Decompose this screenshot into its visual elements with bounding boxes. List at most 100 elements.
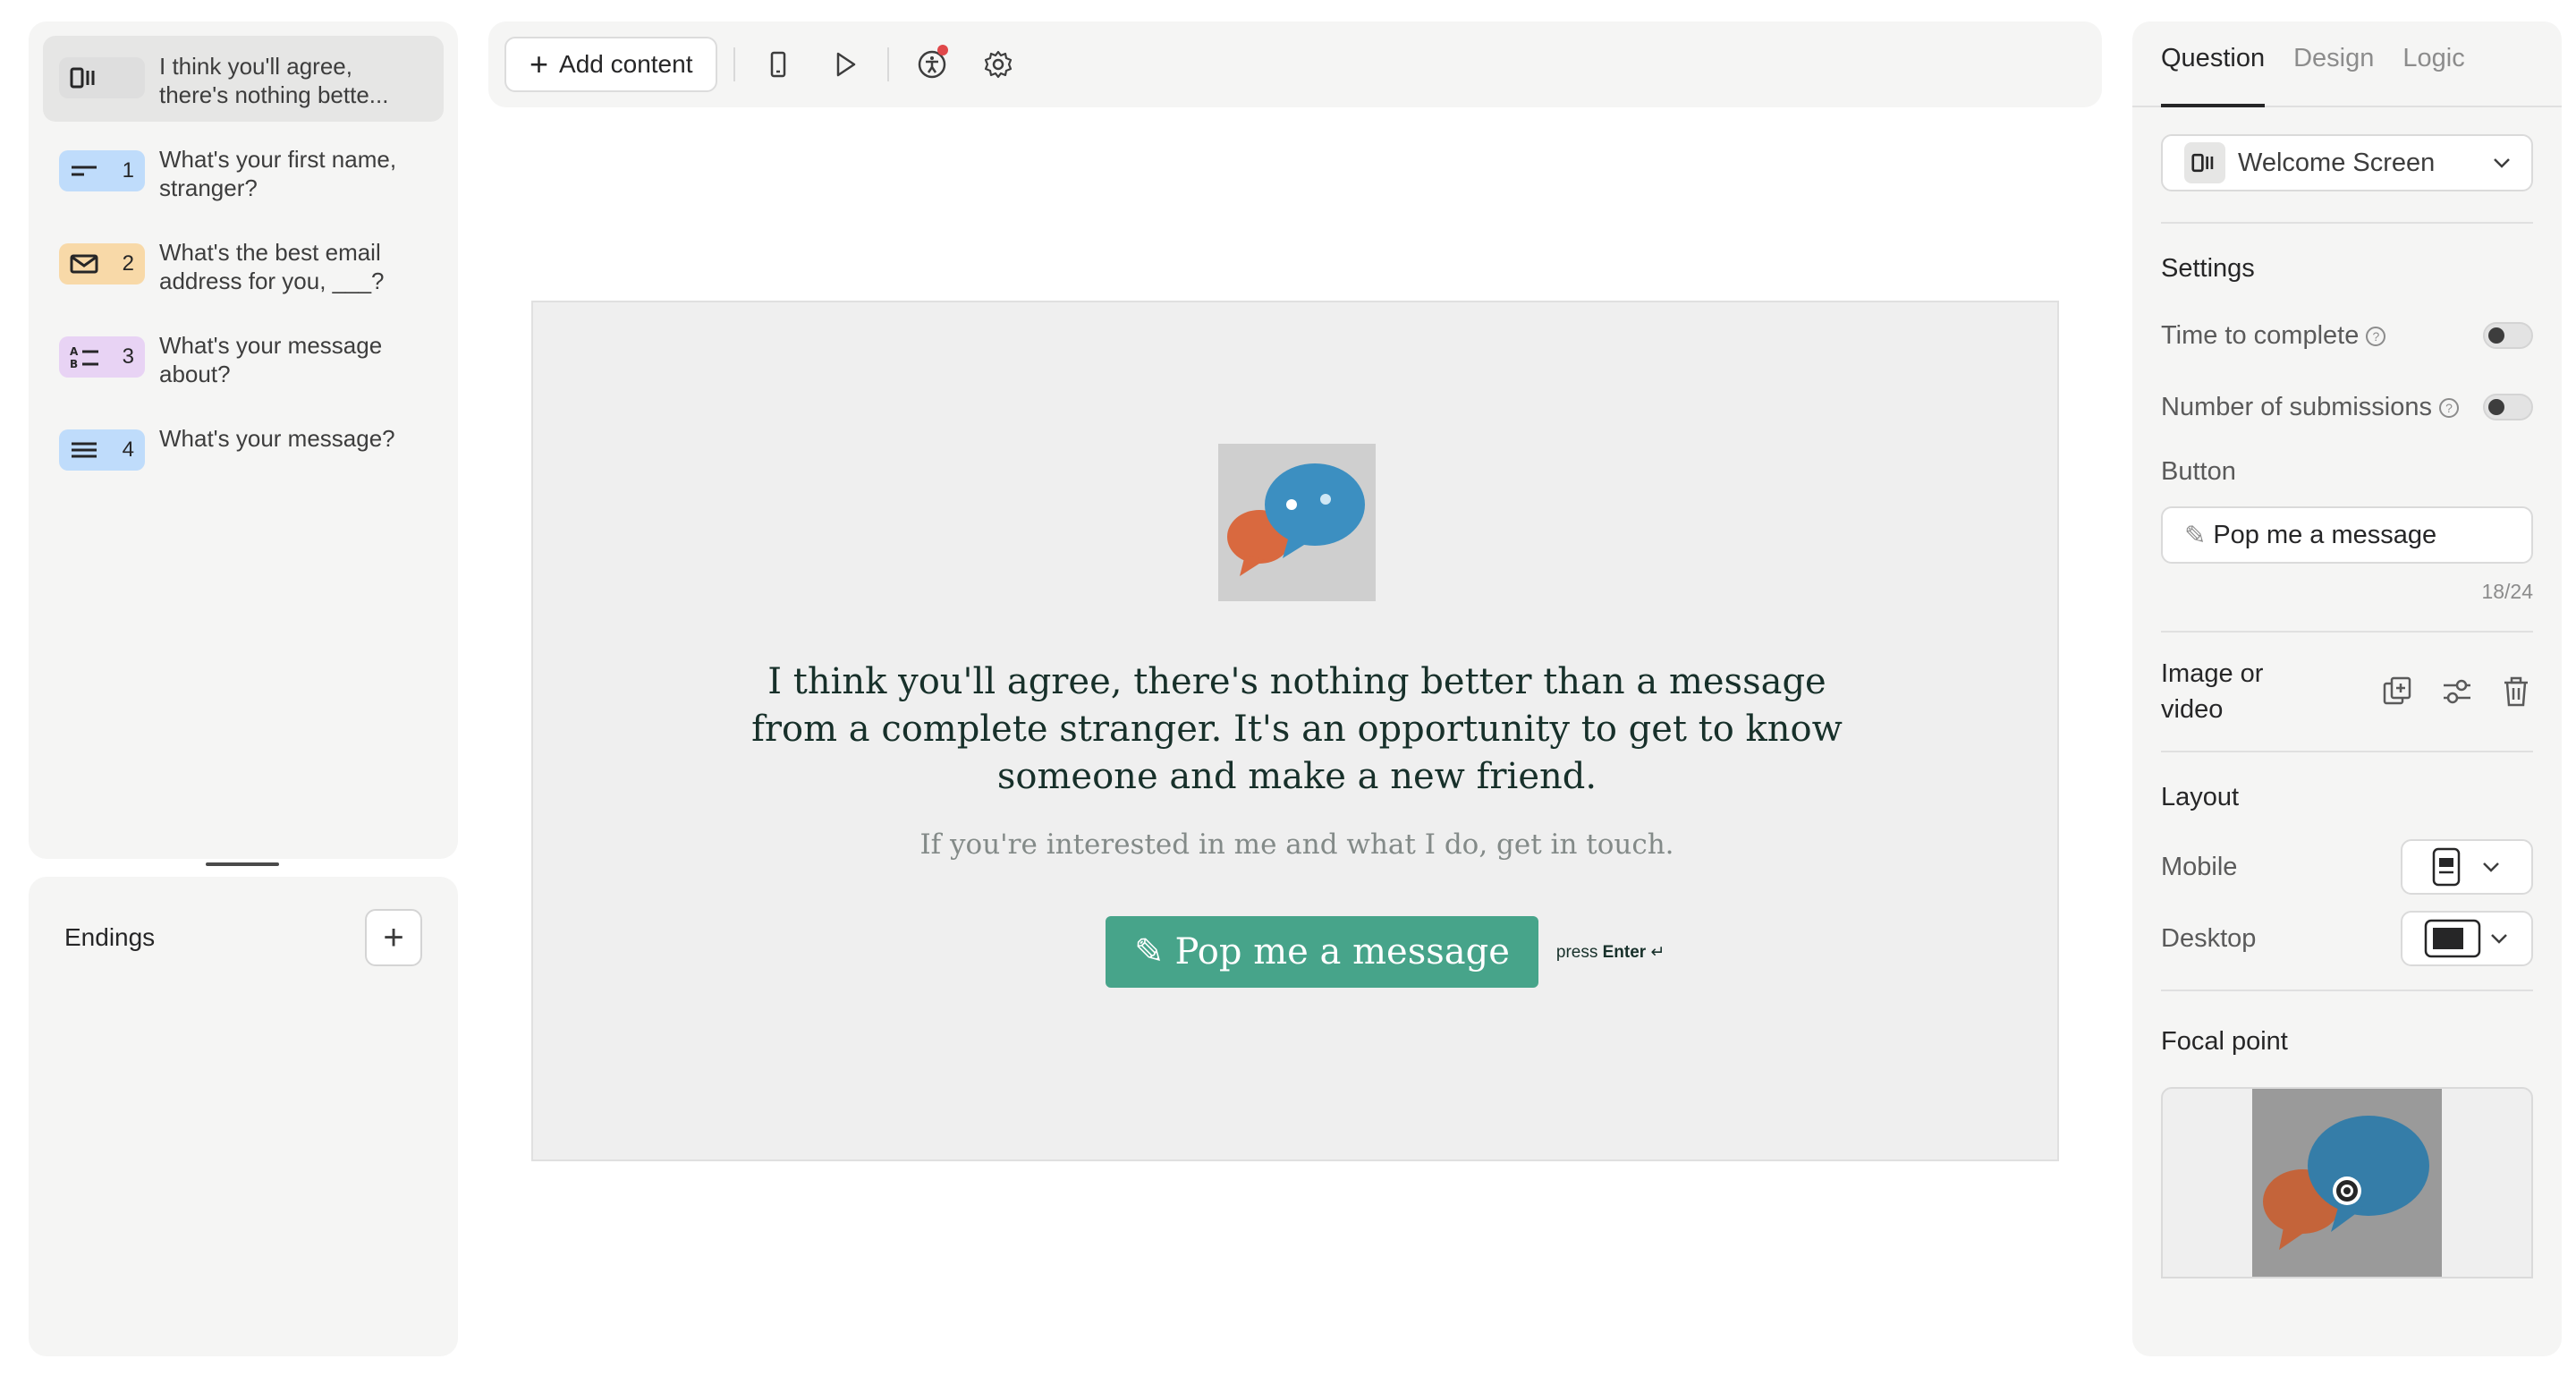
help-icon[interactable]: ? — [2366, 326, 2386, 346]
button-text-value: Pop me a message — [2213, 520, 2437, 549]
replace-media-icon[interactable] — [2381, 675, 2415, 709]
question-label: What's your message about? — [159, 332, 383, 387]
svg-text:B: B — [70, 358, 78, 369]
help-icon[interactable]: ? — [2439, 397, 2459, 418]
mobile-layout-select[interactable] — [2401, 839, 2533, 895]
settings-button[interactable] — [971, 38, 1025, 91]
enter-icon: ↵ — [1650, 942, 1665, 962]
chevron-down-icon — [2494, 158, 2510, 168]
time-to-complete-row: Time to complete? — [2161, 314, 2533, 357]
button-text-input[interactable]: ✎ Pop me a message — [2161, 506, 2533, 564]
properties-tabs: Question Design Logic — [2132, 21, 2562, 107]
cta-label: Pop me a message — [1174, 931, 1510, 973]
play-icon — [837, 52, 856, 77]
toolbar-divider — [733, 47, 736, 81]
editor-toolbar: + Add content — [488, 21, 2102, 107]
question-item-4[interactable]: 4 What's your message? — [43, 408, 444, 494]
question-badge: AB 3 — [59, 336, 145, 378]
pencil-icon: ✎ — [1134, 931, 1165, 973]
welcome-description: If you're interested in me and what I do… — [919, 828, 1674, 861]
long-text-icon — [72, 442, 97, 458]
question-list-panel: I think you'll agree, there's nothing be… — [29, 21, 458, 859]
question-label: What's your message? — [159, 425, 395, 452]
question-number: 3 — [122, 344, 134, 369]
chevron-down-icon — [2483, 862, 2499, 872]
chevron-down-icon — [2491, 934, 2507, 944]
divider — [2161, 751, 2533, 752]
preview-play-button[interactable] — [818, 38, 871, 91]
short-text-icon — [72, 166, 97, 176]
question-label: What's the best email address for you, _… — [159, 239, 385, 294]
mobile-icon — [771, 51, 786, 78]
question-type-label: Welcome Screen — [2238, 148, 2436, 177]
accessibility-button[interactable] — [905, 38, 959, 91]
email-icon — [70, 254, 98, 274]
welcome-image — [1218, 444, 1376, 601]
focal-point-title: Focal point — [2161, 1027, 2288, 1056]
image-or-video-row: Image or video — [2161, 656, 2533, 727]
tab-design[interactable]: Design — [2293, 44, 2374, 106]
mobile-preview-button[interactable] — [751, 38, 805, 91]
add-ending-button[interactable]: + — [365, 909, 422, 966]
svg-text:A: A — [70, 345, 79, 358]
question-item-3[interactable]: AB 3 What's your message about? — [43, 315, 444, 401]
add-content-button[interactable]: + Add content — [504, 37, 718, 92]
hint-prefix: press — [1555, 942, 1598, 962]
number-of-submissions-row: Number of submissions? — [2161, 386, 2533, 429]
layout-title: Layout — [2161, 783, 2240, 811]
plus-icon: + — [530, 46, 549, 82]
question-badge — [59, 57, 145, 98]
mobile-layout-row: Mobile — [2161, 839, 2533, 895]
mobile-layout-icon — [2432, 847, 2461, 887]
divider — [2161, 990, 2533, 991]
desktop-layout-label: Desktop — [2161, 923, 2257, 953]
character-counter: 18/24 — [2481, 580, 2533, 603]
adjust-sliders-icon[interactable] — [2440, 675, 2474, 709]
divider — [2161, 222, 2533, 224]
question-item-1[interactable]: 1 What's your first name, stranger? — [43, 129, 444, 215]
endings-title: Endings — [64, 923, 156, 951]
toolbar-divider — [887, 47, 890, 81]
question-item-welcome[interactable]: I think you'll agree, there's nothing be… — [43, 36, 444, 122]
trash-icon[interactable] — [2499, 675, 2533, 709]
focal-point-marker-icon[interactable] — [2327, 1171, 2367, 1210]
number-of-submissions-label: Number of submissions — [2161, 392, 2432, 421]
multiple-choice-icon: AB — [70, 345, 98, 369]
tab-logic[interactable]: Logic — [2402, 44, 2464, 106]
properties-panel: Question Design Logic Welcome Screen Set… — [2132, 21, 2562, 1356]
tab-question[interactable]: Question — [2161, 44, 2266, 107]
question-badge: 1 — [59, 150, 145, 191]
number-of-submissions-toggle[interactable] — [2483, 394, 2533, 420]
divider — [2161, 631, 2533, 633]
desktop-layout-row: Desktop — [2161, 911, 2533, 966]
time-to-complete-label: Time to complete — [2161, 320, 2360, 350]
add-content-label: Add content — [559, 50, 693, 78]
panel-resize-handle[interactable] — [206, 862, 279, 866]
hint-key: Enter — [1602, 942, 1647, 962]
endings-panel: Endings + — [29, 877, 458, 1356]
question-label: What's your first name, stranger? — [159, 146, 397, 201]
plus-icon: + — [383, 917, 404, 957]
question-type-select[interactable]: Welcome Screen — [2161, 134, 2533, 191]
welcome-title: I think you'll agree, there's nothing be… — [751, 661, 1843, 797]
time-to-complete-toggle[interactable] — [2483, 322, 2533, 349]
cta-row: ✎ Pop me a message press Enter ↵ — [1106, 916, 1665, 988]
question-label: I think you'll agree, there's nothing be… — [159, 53, 389, 108]
gear-icon — [985, 50, 1013, 79]
question-number: 4 — [122, 437, 134, 462]
chat-bubbles-icon — [1227, 463, 1365, 576]
image-or-video-label: Image or video — [2161, 659, 2264, 724]
desktop-layout-icon — [2424, 919, 2481, 958]
question-number: 1 — [122, 158, 134, 183]
mobile-layout-label: Mobile — [2161, 852, 2238, 881]
desktop-layout-select[interactable] — [2401, 911, 2533, 966]
welcome-screen-icon — [70, 67, 95, 89]
question-item-2[interactable]: 2 What's the best email address for you,… — [43, 222, 444, 308]
focal-point-picker[interactable] — [2161, 1087, 2533, 1278]
pop-me-a-message-button[interactable]: ✎ Pop me a message — [1106, 916, 1538, 988]
pencil-icon: ✎ — [2184, 521, 2207, 550]
question-number: 2 — [122, 251, 134, 276]
button-field-label: Button — [2161, 457, 2236, 486]
welcome-screen-icon — [2184, 142, 2225, 183]
question-badge: 2 — [59, 243, 145, 285]
